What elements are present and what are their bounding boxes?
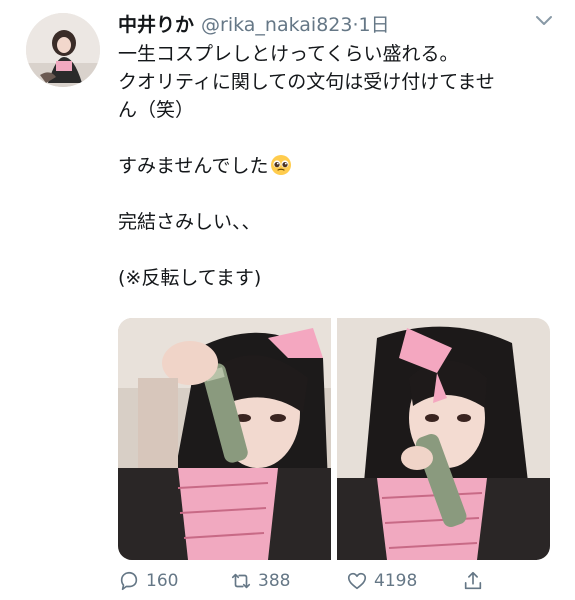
- tweet-media[interactable]: [118, 318, 550, 560]
- tweet-line-with-emoji: すみませんでした: [118, 152, 558, 180]
- author-name[interactable]: 中井りか: [118, 10, 194, 37]
- like-button[interactable]: 4198: [346, 570, 417, 592]
- cosplay-photo: [118, 318, 331, 560]
- tweet-line: (※反転してます): [118, 267, 262, 289]
- tweet-time[interactable]: 1日: [359, 10, 390, 37]
- speech-bubble-icon: [120, 571, 138, 591]
- share-icon: [464, 571, 482, 590]
- retweet-count: 388: [258, 571, 291, 591]
- author-handle[interactable]: @rika_nakai823: [201, 14, 352, 36]
- tweet-line: ん（笑）: [118, 99, 195, 121]
- like-count: 4198: [374, 571, 418, 591]
- avatar[interactable]: [26, 13, 100, 87]
- retweet-icon: [231, 573, 251, 589]
- chevron-down-icon[interactable]: [535, 14, 553, 28]
- retweet-button[interactable]: 388: [230, 570, 290, 592]
- tweet-line: 完結さみしい、、: [118, 211, 261, 233]
- tweet-photo-right[interactable]: [337, 318, 550, 560]
- avatar-image: [26, 13, 100, 87]
- reply-button[interactable]: 160: [118, 570, 178, 592]
- tweet-actions: 160 388 4198: [118, 570, 558, 600]
- pleading-face-emoji: [271, 155, 292, 175]
- heart-icon: [347, 572, 367, 590]
- cosplay-photo: [337, 318, 550, 560]
- tweet-text: 一生コスプレしとけってくらい盛れる。 クオリティに関しての文句は受け付けてませ …: [118, 40, 558, 292]
- tweet-line: 一生コスプレしとけってくらい盛れる。: [118, 43, 459, 65]
- tweet-photo-left[interactable]: [118, 318, 331, 560]
- tweet-line: すみませんでした: [118, 155, 269, 177]
- share-button[interactable]: [462, 570, 490, 592]
- reply-count: 160: [146, 571, 179, 591]
- tweet-header: 中井りか @rika_nakai823 · 1日: [118, 10, 390, 38]
- tweet-line: クオリティに関しての文句は受け付けてませ: [118, 71, 495, 93]
